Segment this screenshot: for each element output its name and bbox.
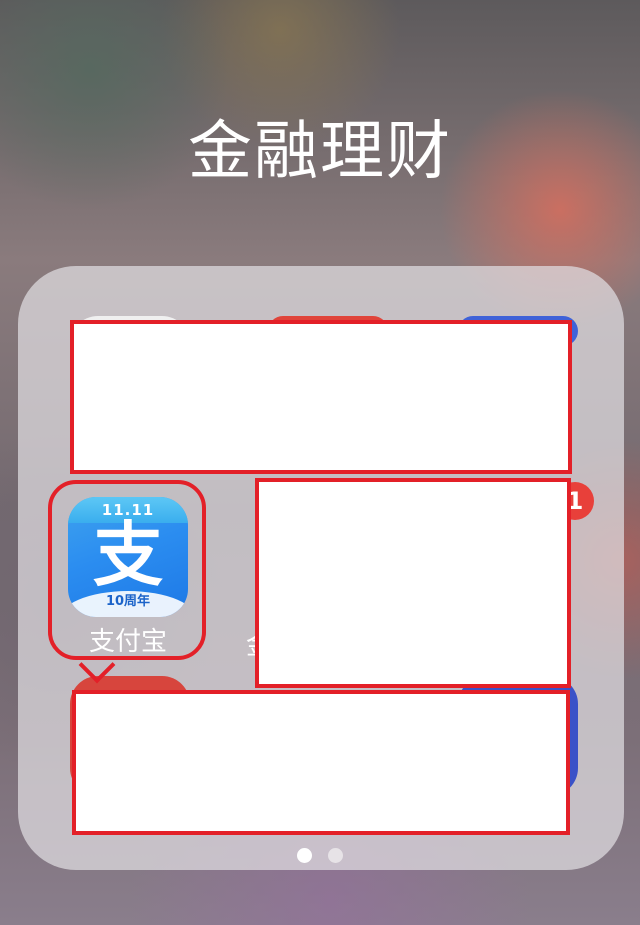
redaction-box [70,320,572,474]
alipay-icon-sub-text: 10周年 [105,594,151,609]
redaction-box [255,478,571,688]
page-dot-active[interactable] [297,848,312,863]
folder-title: 金融理财 [188,115,452,189]
page-dot[interactable] [328,848,343,863]
redaction-box [72,690,570,835]
highlight-box [48,480,206,660]
page-indicator[interactable] [0,848,640,867]
